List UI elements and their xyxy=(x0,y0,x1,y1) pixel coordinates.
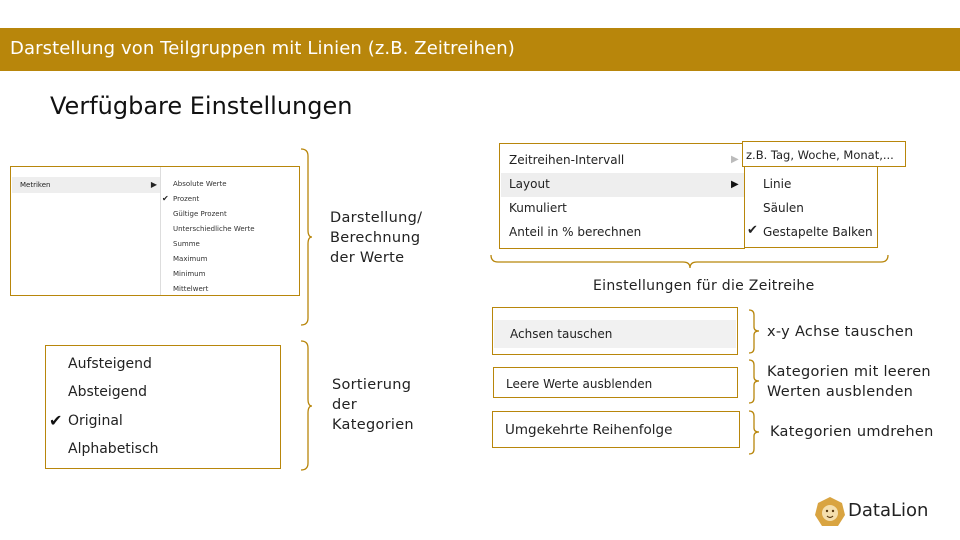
caption-line: Sortierung xyxy=(332,377,412,393)
reverse-order-caption: Kategorien umdrehen xyxy=(770,424,934,440)
metrics-option[interactable]: Unterschiedliche Werte xyxy=(173,225,255,233)
swap-axes-option[interactable]: Achsen tauschen xyxy=(494,320,736,348)
lion-icon xyxy=(815,497,845,526)
check-icon: ✔ xyxy=(162,194,169,203)
reverse-order-label[interactable]: Umgekehrte Reihenfolge xyxy=(505,422,672,438)
timeseries-interval-item[interactable]: Zeitreihen-Intervall xyxy=(509,153,624,167)
logo-text: DataLion xyxy=(848,500,929,521)
sort-caption: Sortierung der Kategorien xyxy=(332,375,414,435)
metrics-option[interactable]: Absolute Werte xyxy=(173,180,227,188)
caption-line: der xyxy=(332,397,357,413)
metrics-submenu: Absolute Werte ✔ Prozent Gültige Prozent… xyxy=(160,167,299,295)
timeseries-caption: Einstellungen für die Zeitreihe xyxy=(593,278,815,294)
check-icon: ✔ xyxy=(747,223,758,238)
timeseries-menu-panel: Zeitreihen-Intervall ▶ Layout ▶ Kumulier… xyxy=(499,143,745,249)
interval-hint-box: z.B. Tag, Woche, Monat,... xyxy=(742,141,906,167)
sort-option[interactable]: Alphabetisch xyxy=(68,441,159,457)
metrics-caption: Darstellung/ Berechnung der Werte xyxy=(330,208,422,268)
caption-line: Kategorien xyxy=(332,417,414,433)
layout-option[interactable]: Linie xyxy=(763,177,791,191)
brace-icon xyxy=(748,410,760,455)
layout-option[interactable]: Gestapelte Balken xyxy=(763,225,873,239)
metrics-menu-panel: Metriken ▶ Absolute Werte ✔ Prozent Gült… xyxy=(10,166,300,296)
check-icon: ✔ xyxy=(49,411,63,430)
chevron-right-icon: ▶ xyxy=(731,179,739,190)
slide-title: Darstellung von Teilgruppen mit Linien (… xyxy=(10,38,515,59)
brace-icon xyxy=(748,309,760,354)
percentage-item[interactable]: Anteil in % berechnen xyxy=(509,225,641,239)
layout-option[interactable]: Säulen xyxy=(763,201,804,215)
metrics-option[interactable]: Prozent xyxy=(173,195,199,203)
chevron-right-icon: ▶ xyxy=(731,154,739,165)
brace-icon xyxy=(490,254,889,269)
swap-axes-box: Achsen tauschen xyxy=(492,307,738,355)
metrics-option[interactable]: Gültige Prozent xyxy=(173,210,227,218)
layout-item[interactable]: Layout xyxy=(509,177,550,191)
swap-axes-caption: x-y Achse tauschen xyxy=(767,324,914,340)
metrics-option[interactable]: Mittelwert xyxy=(173,285,208,293)
caption-line: Werten ausblenden xyxy=(767,384,914,400)
sort-option[interactable]: Aufsteigend xyxy=(68,356,152,372)
sort-option[interactable]: Absteigend xyxy=(68,384,147,400)
page-heading: Verfügbare Einstellungen xyxy=(50,92,353,120)
brace-icon xyxy=(300,148,313,326)
metrics-menu-item[interactable]: Metriken ▶ xyxy=(12,177,160,193)
title-bar: Darstellung von Teilgruppen mit Linien (… xyxy=(0,28,960,71)
caption-line: der Werte xyxy=(330,250,405,266)
metrics-label: Metriken xyxy=(20,181,51,189)
swap-axes-label: Achsen tauschen xyxy=(510,327,613,341)
brace-icon xyxy=(300,340,313,471)
cumulative-item[interactable]: Kumuliert xyxy=(509,201,567,215)
hide-empty-label[interactable]: Leere Werte ausblenden xyxy=(506,377,652,391)
caption-line: Kategorien mit leeren xyxy=(767,364,931,380)
reverse-order-box: Umgekehrte Reihenfolge xyxy=(492,411,740,448)
metrics-option[interactable]: Maximum xyxy=(173,255,208,263)
layout-submenu: Linie Säulen ✔ Gestapelte Balken xyxy=(744,166,878,248)
hide-empty-box: Leere Werte ausblenden xyxy=(493,367,738,398)
interval-hint: z.B. Tag, Woche, Monat,... xyxy=(746,148,894,162)
metrics-option[interactable]: Minimum xyxy=(173,270,205,278)
chevron-right-icon: ▶ xyxy=(150,180,157,189)
metrics-option[interactable]: Summe xyxy=(173,240,200,248)
brace-icon xyxy=(748,359,760,404)
sort-option[interactable]: Original xyxy=(68,413,123,429)
caption-line: Darstellung/ xyxy=(330,210,423,226)
caption-line: Berechnung xyxy=(330,230,421,246)
hide-empty-caption: Kategorien mit leeren Werten ausblenden xyxy=(767,362,931,402)
sort-menu-panel: Aufsteigend Absteigend ✔ Original Alphab… xyxy=(45,345,281,469)
